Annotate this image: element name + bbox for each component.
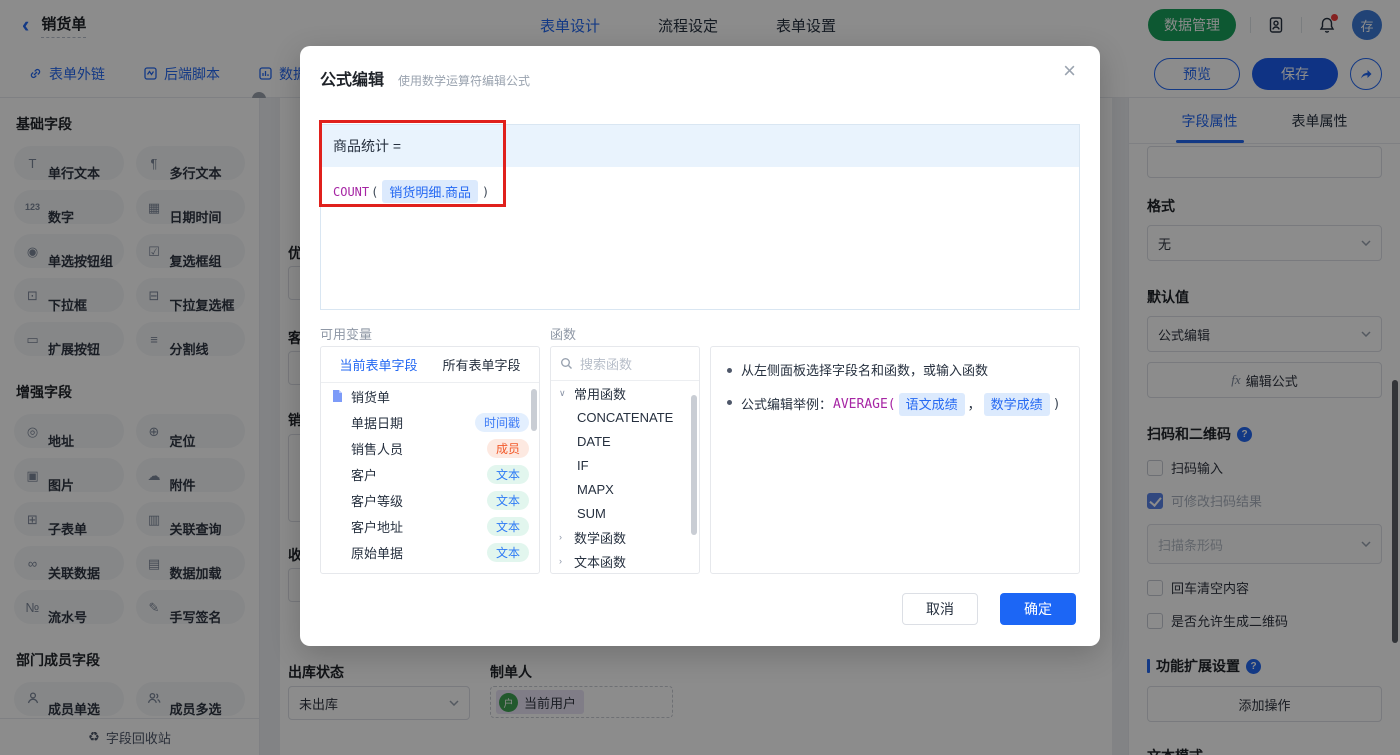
type-badge: 文本 [486, 490, 529, 510]
caret-right-icon: › [559, 556, 562, 566]
type-badge: 文本 [486, 542, 529, 562]
variable-row[interactable]: 单据日期 时间戳 [321, 409, 539, 435]
close-icon[interactable]: × [1063, 60, 1076, 82]
example-field-chip: 数学成绩 [983, 392, 1050, 416]
function-item[interactable]: CONCATENATE [551, 405, 699, 429]
variables-label: 可用变量 [320, 327, 373, 342]
type-badge: 时间戳 [474, 412, 529, 432]
formula-edit-modal: 公式编辑 使用数学运算符编辑公式 × 商品统计 = COUNT ( 销货明细.商… [300, 46, 1100, 646]
function-search-placeholder: 搜索函数 [580, 357, 633, 372]
functions-label: 函数 [550, 327, 577, 342]
bullet-icon [727, 368, 732, 373]
tab-current-form-fields[interactable]: 当前表单字段 [339, 355, 417, 374]
cancel-button[interactable]: 取消 [902, 593, 978, 625]
function-search[interactable]: 搜索函数 [551, 347, 699, 381]
function-item[interactable]: SUM [551, 501, 699, 525]
bullet-icon [727, 399, 732, 405]
caret-right-icon: › [559, 532, 562, 542]
function-group-common[interactable]: ∨ 常用函数 [551, 381, 699, 405]
help-line-2: 公式编辑举例： AVERAGE( 语文成绩 ， 数学成绩 ) [727, 392, 1063, 416]
formula-editor[interactable]: 商品统计 = COUNT ( 销货明细.商品 ) [320, 124, 1080, 310]
variable-row[interactable]: 客户等级 文本 [321, 487, 539, 513]
function-item[interactable]: MAPX [551, 477, 699, 501]
variables-tabs: 当前表单字段 所有表单字段 [321, 347, 539, 383]
formula-function-token: COUNT [333, 184, 370, 199]
formula-field-chip[interactable]: 销货明细.商品 [382, 180, 478, 203]
function-group-math[interactable]: › 数学函数 [551, 525, 699, 549]
search-icon [561, 358, 572, 369]
functions-panel: 搜索函数 ∨ 常用函数 CONCATENATE DATE IF MAPX SUM… [550, 346, 700, 574]
formula-expression-row: COUNT ( 销货明细.商品 ) [321, 167, 1079, 216]
form-doc-icon [331, 389, 344, 403]
type-badge: 文本 [486, 464, 529, 484]
paren-open: ( [371, 184, 379, 199]
function-item[interactable]: IF [551, 453, 699, 477]
tab-all-form-fields[interactable]: 所有表单字段 [442, 355, 520, 374]
type-badge: 成员 [486, 438, 529, 458]
function-item[interactable]: DATE [551, 429, 699, 453]
formula-target: 商品统计 = [333, 138, 402, 154]
modal-header: 公式编辑 使用数学运算符编辑公式 [320, 66, 530, 90]
variable-row[interactable]: 原始单据 文本 [321, 539, 539, 565]
help-line-1: 从左侧面板选择字段名和函数，或输入函数 [727, 361, 1063, 381]
example-function-token: AVERAGE( [833, 396, 896, 412]
confirm-button[interactable]: 确定 [1000, 593, 1076, 625]
variable-row[interactable]: 客户 文本 [321, 461, 539, 487]
formula-target-row: 商品统计 = [321, 125, 1079, 167]
modal-footer: 取消 确定 [902, 593, 1076, 625]
variables-scrollbar-thumb[interactable] [531, 389, 537, 431]
help-panel: 从左侧面板选择字段名和函数，或输入函数 公式编辑举例： AVERAGE( 语文成… [710, 346, 1080, 574]
function-group-text[interactable]: › 文本函数 [551, 549, 699, 573]
variable-row[interactable]: 销售人员 成员 [321, 435, 539, 461]
caret-down-icon: ∨ [559, 387, 566, 398]
variable-row[interactable]: 客户地址 文本 [321, 513, 539, 539]
variables-panel: 当前表单字段 所有表单字段 销货单 单据日期 时间戳 销售人员 成员 客户 文本 客户… [320, 346, 540, 574]
variables-root-label: 销货单 [351, 389, 391, 405]
variables-root-row[interactable]: 销货单 [321, 383, 539, 409]
modal-title: 公式编辑 [320, 72, 385, 89]
functions-scrollbar-thumb[interactable] [691, 395, 697, 535]
type-badge: 文本 [486, 516, 529, 536]
paren-close: ) [481, 184, 490, 199]
modal-subtitle: 使用数学运算符编辑公式 [398, 74, 531, 88]
example-field-chip: 语文成绩 [898, 392, 965, 416]
